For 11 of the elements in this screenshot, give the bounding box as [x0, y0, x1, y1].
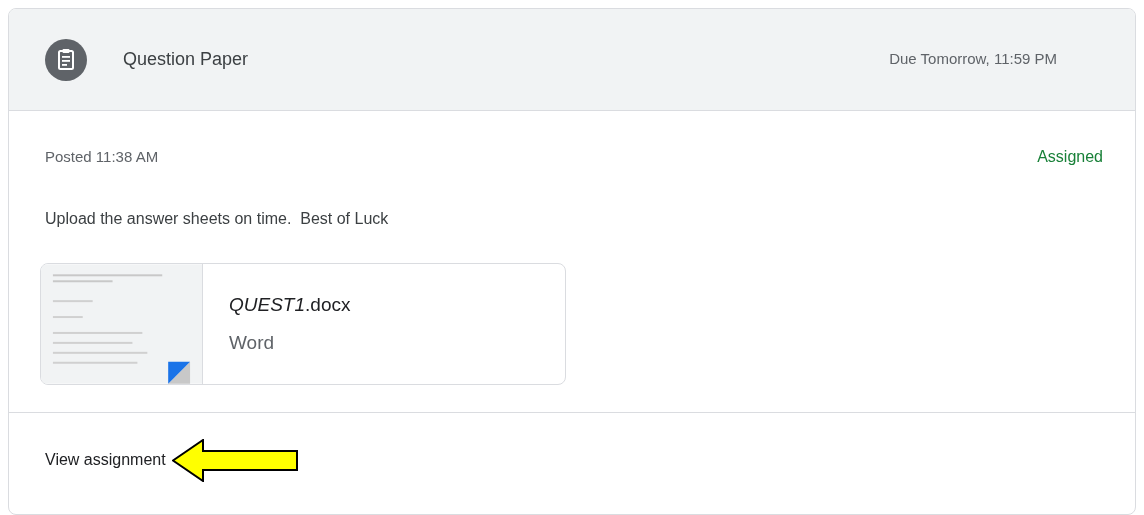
file-type: Word [229, 331, 276, 355]
posted-time: Posted 11:38 AM [45, 146, 159, 167]
view-assignment-link[interactable]: View assignment [45, 448, 166, 472]
due-date: Due Tomorrow, 11:59 PM [889, 49, 1057, 70]
file-name: QUEST1.docx [229, 292, 351, 317]
clipboard-icon [45, 38, 87, 81]
arrow-left-icon [171, 438, 299, 482]
assignment-title: Question Paper [123, 48, 249, 71]
status-label: Assigned [1037, 147, 1103, 167]
attachment-card[interactable]: QUEST1.docx Word [40, 263, 566, 385]
description-text: Upload the answer sheets on time. Best of Luck [44, 209, 390, 229]
